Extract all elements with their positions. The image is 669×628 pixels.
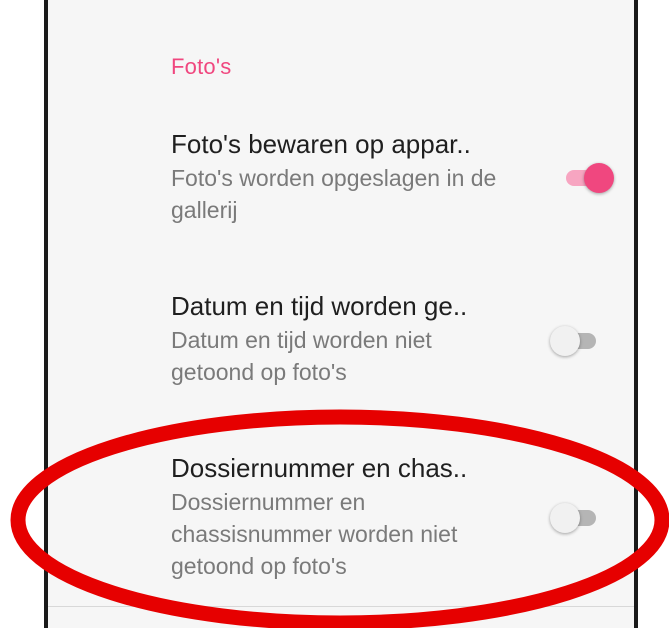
divider: [48, 606, 634, 607]
toggle-thumb: [550, 503, 580, 533]
setting-title: Foto's bewaren op appar..: [171, 129, 471, 159]
setting-save-photos-to-device[interactable]: Foto's bewaren op appar.. Foto's worden …: [171, 128, 571, 226]
setting-show-dossier-chassis-number[interactable]: Dossiernummer en chas.. Dossiernummer en…: [171, 452, 571, 582]
device-bezel-right: [634, 0, 638, 628]
date-time-toggle[interactable]: [550, 325, 602, 356]
toggle-thumb: [584, 163, 614, 193]
setting-summary: Dossiernummer en chassisnummer worden ni…: [171, 489, 458, 579]
setting-summary: Foto's worden opgeslagen in de gallerij: [171, 165, 497, 223]
save-photos-toggle[interactable]: [562, 162, 614, 193]
setting-title: Datum en tijd worden ge..: [171, 291, 468, 321]
setting-summary: Datum en tijd worden niet getoond op fot…: [171, 327, 432, 385]
setting-show-date-time[interactable]: Datum en tijd worden ge.. Datum en tijd …: [171, 290, 571, 388]
setting-title: Dossiernummer en chas..: [171, 453, 468, 483]
dossier-chassis-toggle[interactable]: [550, 502, 602, 533]
toggle-thumb: [550, 326, 580, 356]
device-bezel-left: [44, 0, 48, 628]
section-header-photos: Foto's: [171, 54, 232, 79]
screenshot-frame: Foto's Foto's bewaren op appar.. Foto's …: [0, 0, 669, 628]
